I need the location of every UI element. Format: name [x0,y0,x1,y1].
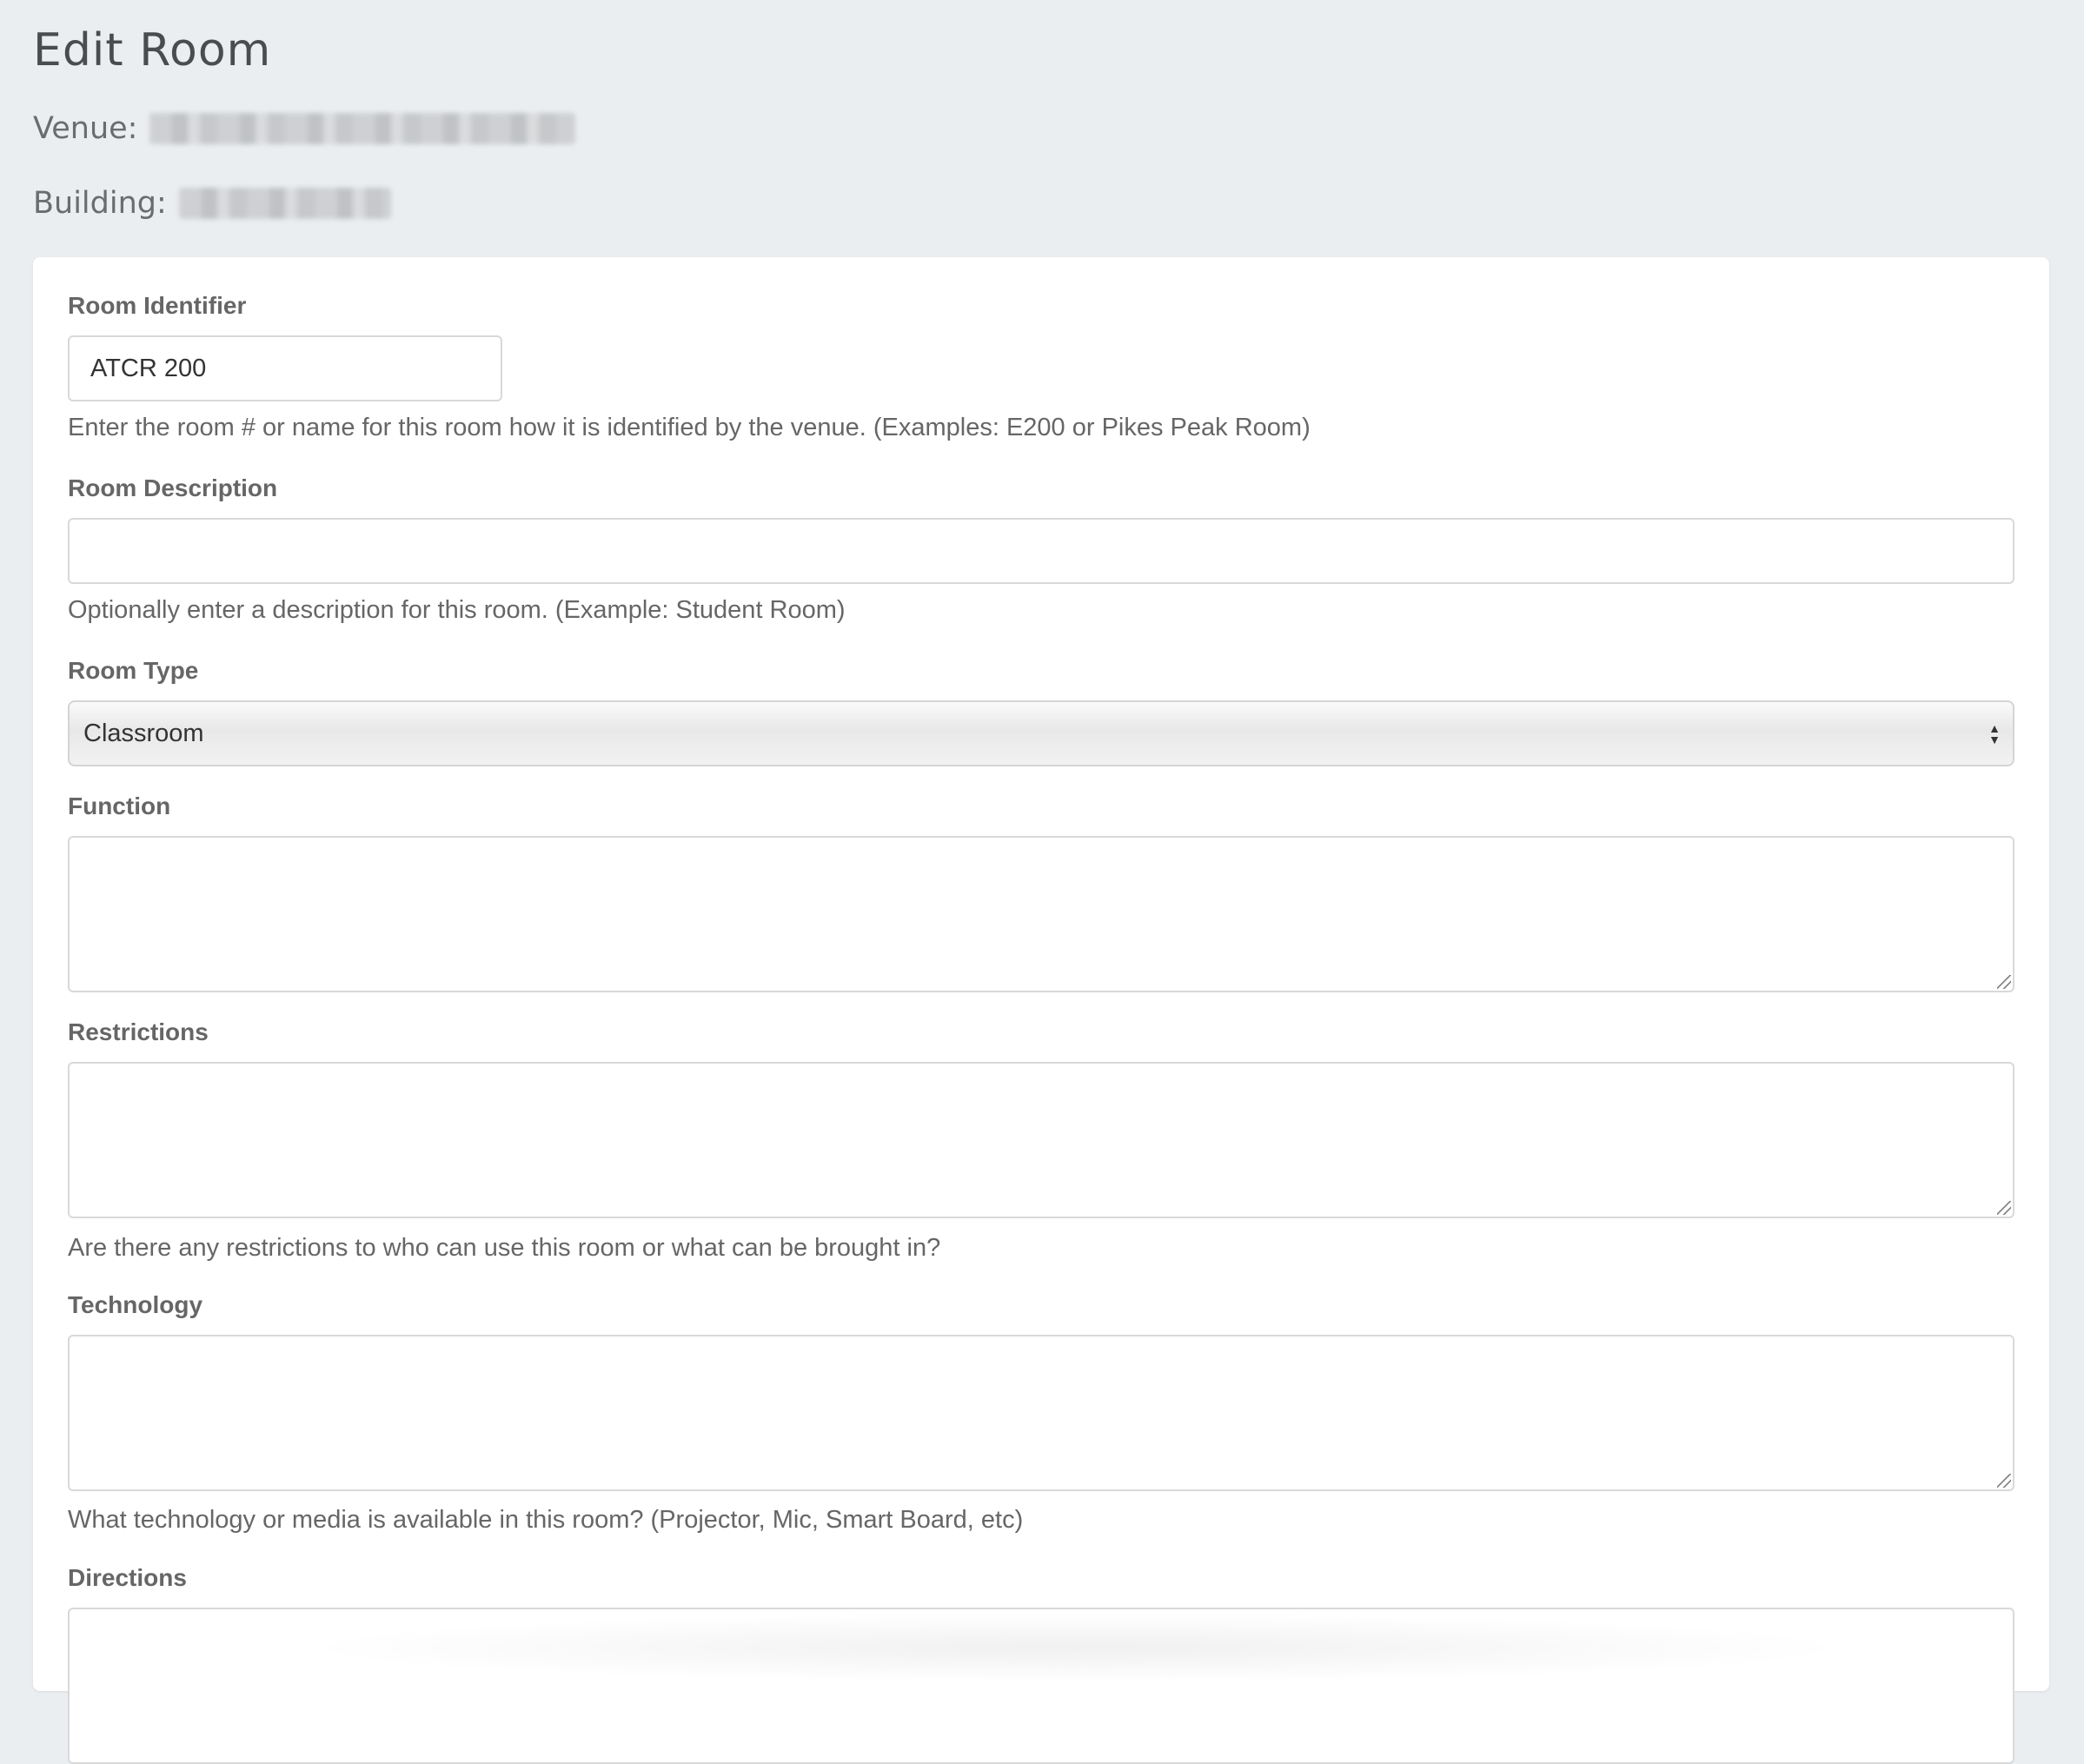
room-description-input[interactable] [68,518,2014,584]
room-identifier-label: Room Identifier [68,292,247,319]
building-line: Building: [33,186,391,221]
resize-grip-icon[interactable] [1997,1201,2011,1215]
scroll-fade [294,1613,1858,1682]
building-label: Building: [33,186,167,221]
function-textarea[interactable] [68,836,2014,992]
restrictions-help: Are there any restrictions to who can us… [68,1234,941,1262]
room-identifier-input[interactable] [68,335,502,401]
resize-grip-icon[interactable] [1997,975,2011,989]
room-identifier-help: Enter the room # or name for this room h… [68,414,1311,441]
restrictions-textarea[interactable] [68,1062,2014,1218]
technology-help: What technology or media is available in… [68,1506,1024,1534]
restrictions-label: Restrictions [68,1018,209,1045]
room-description-help: Optionally enter a description for this … [68,596,846,624]
venue-name-redacted [149,113,576,144]
room-description-label: Room Description [68,474,278,501]
technology-textarea[interactable] [68,1335,2014,1491]
resize-grip-icon[interactable] [1997,1474,2011,1488]
room-type-selected-value: Classroom [83,719,204,747]
up-down-caret-icon: ▲ ▼ [1988,721,2001,746]
edit-room-form-card: Room Identifier Enter the room # or name… [33,257,2049,1764]
function-label: Function [68,792,171,819]
venue-line: Venue: [33,111,576,146]
venue-label: Venue: [33,111,138,146]
room-type-select[interactable]: Classroom ▲ ▼ [68,700,2014,766]
room-type-label: Room Type [68,657,199,684]
page-title: Edit Room [33,24,272,76]
technology-label: Technology [68,1291,203,1318]
directions-label: Directions [68,1564,187,1591]
building-name-redacted [178,188,391,219]
